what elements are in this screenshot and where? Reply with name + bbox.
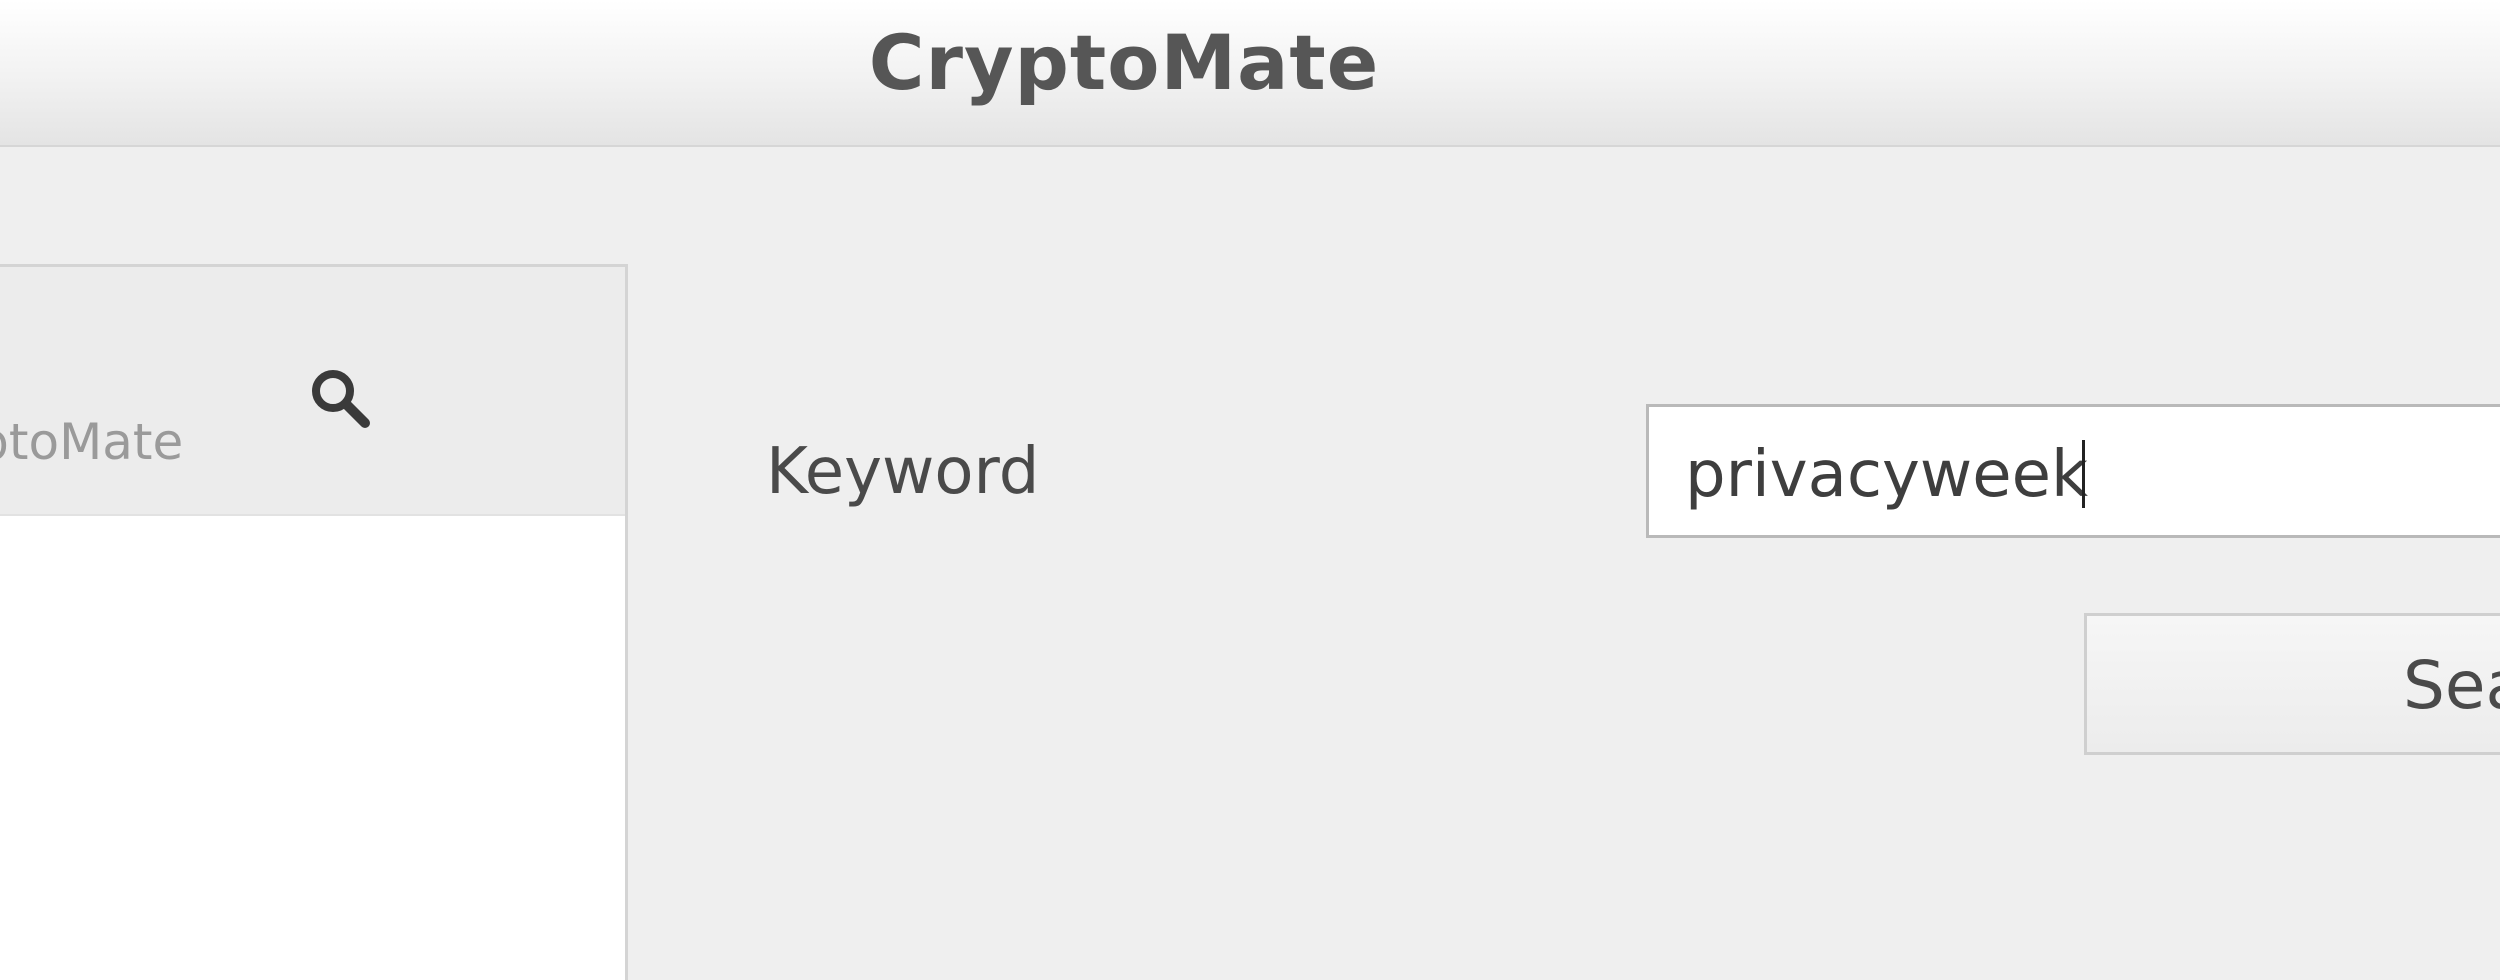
sidebar-item-subtitle: ryptoMate <box>0 413 184 471</box>
sidebar-list: e ryptoMate <box>0 264 628 980</box>
keyword-input-value: privacyweek <box>1685 438 2089 512</box>
title-bar[interactable]: CryptoMate <box>0 0 2500 147</box>
keyword-label: Keyword <box>766 435 1040 509</box>
sidebar-item-cryptomate[interactable]: e ryptoMate <box>0 267 625 516</box>
keyword-input[interactable]: privacyweek <box>1646 404 2500 538</box>
search-button[interactable]: Sea <box>2084 613 2500 755</box>
window-title: CryptoMate <box>868 18 1380 107</box>
app-window: CryptoMate e ryptoMate Keyword privacywe… <box>0 0 2500 980</box>
search-icon <box>312 370 370 428</box>
text-caret <box>2082 440 2086 508</box>
search-button-label: Sea <box>2403 647 2500 724</box>
